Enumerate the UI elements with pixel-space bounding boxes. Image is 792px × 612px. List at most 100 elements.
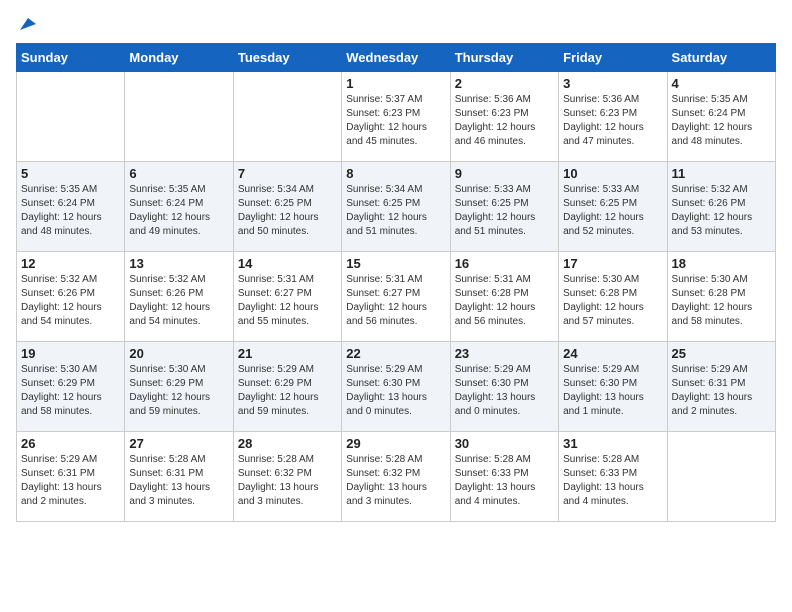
calendar-day-header: Tuesday (233, 44, 341, 72)
day-number: 29 (346, 436, 445, 451)
calendar-cell: 6 Sunrise: 5:35 AM Sunset: 6:24 PM Daylig… (125, 162, 233, 252)
day-info: Sunrise: 5:31 AM Sunset: 6:28 PM Dayligh… (455, 273, 554, 329)
day-number: 27 (129, 436, 228, 451)
calendar-body: 1Sunrise: 5:37 AM Sunset: 6:23 PM Daylig… (17, 72, 776, 522)
day-number: 17 (563, 256, 662, 271)
calendar-cell: 5 Sunrise: 5:35 AM Sunset: 6:24 PM Daylig… (17, 162, 125, 252)
day-info: Sunrise: 5:29 AM Sunset: 6:30 PM Dayligh… (563, 363, 662, 419)
day-number: 28 (238, 436, 337, 451)
calendar-cell (125, 72, 233, 162)
day-number: 20 (129, 346, 228, 361)
calendar-cell: 10Sunrise: 5:33 AM Sunset: 6:25 PM Dayli… (559, 162, 667, 252)
calendar-cell (233, 72, 341, 162)
calendar-cell: 7 Sunrise: 5:34 AM Sunset: 6:25 PM Daylig… (233, 162, 341, 252)
day-number: 5 (21, 166, 120, 181)
day-info: Sunrise: 5:34 AM Sunset: 6:25 PM Dayligh… (346, 183, 445, 239)
calendar-day-header: Sunday (17, 44, 125, 72)
day-info: Sunrise: 5:32 AM Sunset: 6:26 PM Dayligh… (21, 273, 120, 329)
calendar-day-header: Saturday (667, 44, 775, 72)
day-number: 19 (21, 346, 120, 361)
calendar-cell: 2 Sunrise: 5:36 AM Sunset: 6:23 PM Daylig… (450, 72, 558, 162)
calendar-cell: 30Sunrise: 5:28 AM Sunset: 6:33 PM Dayli… (450, 432, 558, 522)
day-number: 26 (21, 436, 120, 451)
calendar-cell: 4Sunrise: 5:35 AM Sunset: 6:24 PM Daylig… (667, 72, 775, 162)
day-number: 15 (346, 256, 445, 271)
calendar-cell: 14 Sunrise: 5:31 AM Sunset: 6:27 PM Dayli… (233, 252, 341, 342)
calendar-cell: 19 Sunrise: 5:30 AM Sunset: 6:29 PM Dayli… (17, 342, 125, 432)
day-info: Sunrise: 5:30 AM Sunset: 6:28 PM Dayligh… (672, 273, 771, 329)
calendar-cell: 27 Sunrise: 5:28 AM Sunset: 6:31 PM Dayli… (125, 432, 233, 522)
calendar-cell: 11Sunrise: 5:32 AM Sunset: 6:26 PM Dayli… (667, 162, 775, 252)
day-info: Sunrise: 5:34 AM Sunset: 6:25 PM Dayligh… (238, 183, 337, 239)
day-number: 23 (455, 346, 554, 361)
day-info: Sunrise: 5:29 AM Sunset: 6:30 PM Dayligh… (346, 363, 445, 419)
calendar-cell: 31Sunrise: 5:28 AM Sunset: 6:33 PM Dayli… (559, 432, 667, 522)
day-info: Sunrise: 5:35 AM Sunset: 6:24 PM Dayligh… (21, 183, 120, 239)
calendar-week-row: 12 Sunrise: 5:32 AM Sunset: 6:26 PM Dayli… (17, 252, 776, 342)
day-info: Sunrise: 5:32 AM Sunset: 6:26 PM Dayligh… (672, 183, 771, 239)
calendar-cell: 20Sunrise: 5:30 AM Sunset: 6:29 PM Dayli… (125, 342, 233, 432)
day-number: 1 (346, 76, 445, 91)
calendar-day-header: Friday (559, 44, 667, 72)
day-info: Sunrise: 5:31 AM Sunset: 6:27 PM Dayligh… (346, 273, 445, 329)
day-number: 14 (238, 256, 337, 271)
calendar-cell: 9Sunrise: 5:33 AM Sunset: 6:25 PM Daylig… (450, 162, 558, 252)
day-info: Sunrise: 5:31 AM Sunset: 6:27 PM Dayligh… (238, 273, 337, 329)
calendar-week-row: 26 Sunrise: 5:29 AM Sunset: 6:31 PM Dayli… (17, 432, 776, 522)
calendar-cell: 1Sunrise: 5:37 AM Sunset: 6:23 PM Daylig… (342, 72, 450, 162)
calendar-cell: 13Sunrise: 5:32 AM Sunset: 6:26 PM Dayli… (125, 252, 233, 342)
calendar-cell: 3Sunrise: 5:36 AM Sunset: 6:23 PM Daylig… (559, 72, 667, 162)
day-number: 7 (238, 166, 337, 181)
day-info: Sunrise: 5:28 AM Sunset: 6:31 PM Dayligh… (129, 453, 228, 509)
calendar-cell: 29 Sunrise: 5:28 AM Sunset: 6:32 PM Dayli… (342, 432, 450, 522)
calendar-week-row: 19 Sunrise: 5:30 AM Sunset: 6:29 PM Dayli… (17, 342, 776, 432)
calendar-cell (17, 72, 125, 162)
page-header (16, 16, 776, 35)
day-number: 8 (346, 166, 445, 181)
day-number: 13 (129, 256, 228, 271)
calendar-cell: 16Sunrise: 5:31 AM Sunset: 6:28 PM Dayli… (450, 252, 558, 342)
calendar-cell: 17 Sunrise: 5:30 AM Sunset: 6:28 PM Dayli… (559, 252, 667, 342)
day-number: 2 (455, 76, 554, 91)
day-number: 24 (563, 346, 662, 361)
calendar-week-row: 5 Sunrise: 5:35 AM Sunset: 6:24 PM Daylig… (17, 162, 776, 252)
calendar-day-header: Monday (125, 44, 233, 72)
day-info: Sunrise: 5:28 AM Sunset: 6:32 PM Dayligh… (238, 453, 337, 509)
day-info: Sunrise: 5:35 AM Sunset: 6:24 PM Dayligh… (129, 183, 228, 239)
day-info: Sunrise: 5:33 AM Sunset: 6:25 PM Dayligh… (455, 183, 554, 239)
logo (16, 16, 36, 35)
calendar-week-row: 1Sunrise: 5:37 AM Sunset: 6:23 PM Daylig… (17, 72, 776, 162)
day-info: Sunrise: 5:29 AM Sunset: 6:31 PM Dayligh… (21, 453, 120, 509)
day-info: Sunrise: 5:29 AM Sunset: 6:31 PM Dayligh… (672, 363, 771, 419)
day-number: 31 (563, 436, 662, 451)
day-info: Sunrise: 5:33 AM Sunset: 6:25 PM Dayligh… (563, 183, 662, 239)
calendar-table: SundayMondayTuesdayWednesdayThursdayFrid… (16, 43, 776, 522)
day-number: 21 (238, 346, 337, 361)
day-info: Sunrise: 5:30 AM Sunset: 6:28 PM Dayligh… (563, 273, 662, 329)
calendar-cell: 22 Sunrise: 5:29 AM Sunset: 6:30 PM Dayli… (342, 342, 450, 432)
calendar-cell: 18 Sunrise: 5:30 AM Sunset: 6:28 PM Dayli… (667, 252, 775, 342)
day-number: 12 (21, 256, 120, 271)
day-number: 3 (563, 76, 662, 91)
calendar-cell: 24 Sunrise: 5:29 AM Sunset: 6:30 PM Dayli… (559, 342, 667, 432)
day-number: 22 (346, 346, 445, 361)
logo-bird-icon (18, 16, 36, 34)
day-number: 18 (672, 256, 771, 271)
calendar-cell: 28 Sunrise: 5:28 AM Sunset: 6:32 PM Dayli… (233, 432, 341, 522)
calendar-cell: 26 Sunrise: 5:29 AM Sunset: 6:31 PM Dayli… (17, 432, 125, 522)
day-info: Sunrise: 5:36 AM Sunset: 6:23 PM Dayligh… (455, 93, 554, 149)
calendar-cell: 21Sunrise: 5:29 AM Sunset: 6:29 PM Dayli… (233, 342, 341, 432)
day-info: Sunrise: 5:29 AM Sunset: 6:30 PM Dayligh… (455, 363, 554, 419)
day-info: Sunrise: 5:28 AM Sunset: 6:32 PM Dayligh… (346, 453, 445, 509)
day-info: Sunrise: 5:30 AM Sunset: 6:29 PM Dayligh… (21, 363, 120, 419)
day-number: 30 (455, 436, 554, 451)
calendar-day-header: Wednesday (342, 44, 450, 72)
day-number: 6 (129, 166, 228, 181)
calendar-cell: 25 Sunrise: 5:29 AM Sunset: 6:31 PM Dayli… (667, 342, 775, 432)
calendar-cell (667, 432, 775, 522)
day-number: 25 (672, 346, 771, 361)
calendar-cell: 15 Sunrise: 5:31 AM Sunset: 6:27 PM Dayli… (342, 252, 450, 342)
calendar-cell: 23 Sunrise: 5:29 AM Sunset: 6:30 PM Dayli… (450, 342, 558, 432)
day-info: Sunrise: 5:35 AM Sunset: 6:24 PM Dayligh… (672, 93, 771, 149)
calendar-day-header: Thursday (450, 44, 558, 72)
